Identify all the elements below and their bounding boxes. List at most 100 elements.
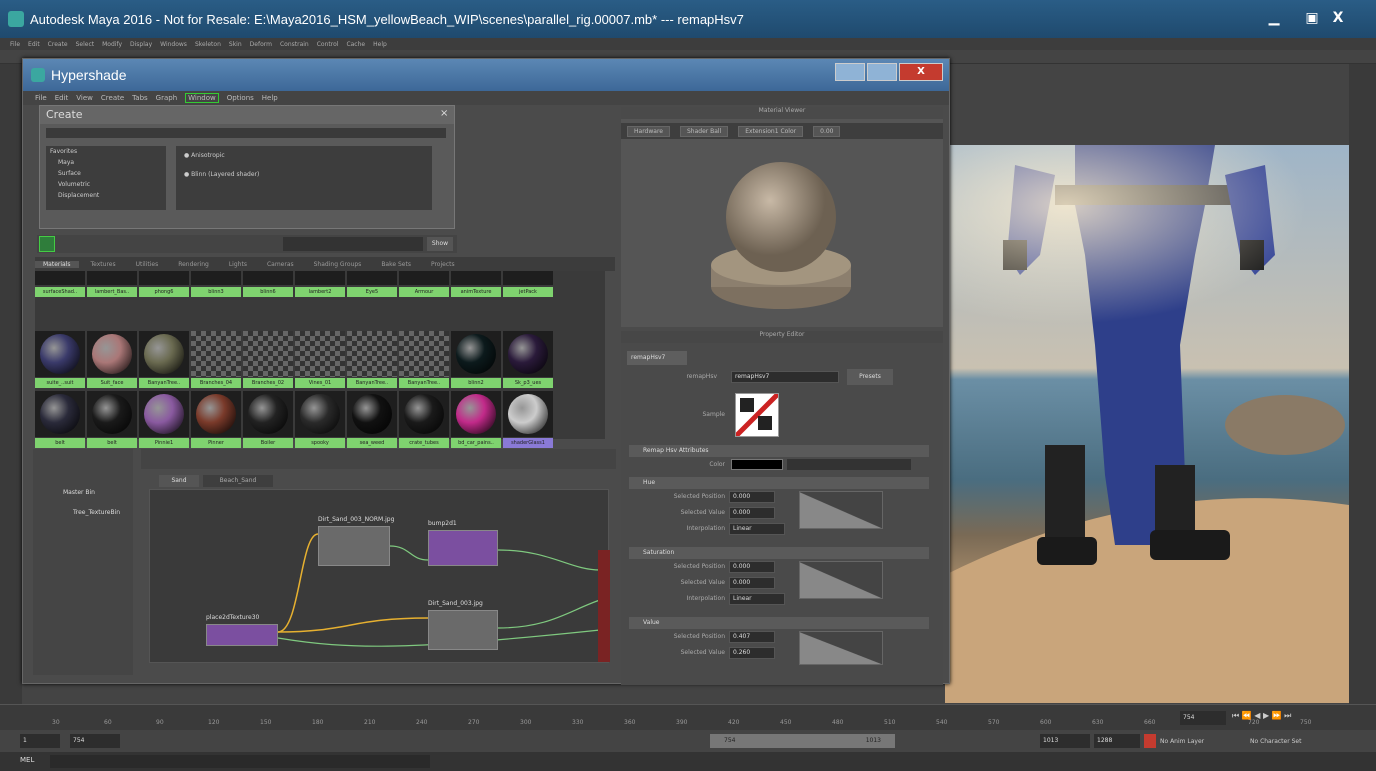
- 3d-viewport[interactable]: [945, 145, 1349, 703]
- val-value-field[interactable]: 0.260: [729, 647, 775, 659]
- hue-ramp-curve[interactable]: [799, 491, 883, 529]
- node-place2dtexture[interactable]: [206, 624, 278, 646]
- playback-controls[interactable]: ⏮ ⏪ ◀ ▶ ⏩ ⏭: [1232, 711, 1291, 721]
- material-swatch[interactable]: [295, 271, 345, 285]
- shading-node-partial[interactable]: [598, 550, 610, 662]
- minimize-button[interactable]: ▁: [1256, 8, 1292, 30]
- anim-layer-icon[interactable]: [1144, 734, 1156, 748]
- material-swatch[interactable]: [451, 271, 501, 285]
- browser-tab-rendering[interactable]: Rendering: [170, 261, 217, 268]
- node-dirt-texture[interactable]: [428, 610, 498, 650]
- color-slider[interactable]: [787, 459, 911, 470]
- hue-interp-dropdown[interactable]: Linear: [729, 523, 785, 535]
- graph-tab-sand[interactable]: Sand: [159, 475, 199, 487]
- node-bump2d[interactable]: [428, 530, 498, 566]
- exposure-field[interactable]: 0.00: [813, 125, 841, 137]
- browser-tab-utilities[interactable]: Utilities: [128, 261, 167, 268]
- main-menu-item-file[interactable]: File: [10, 41, 20, 48]
- value-ramp-curve[interactable]: [799, 631, 883, 665]
- start-time-field[interactable]: 1: [20, 734, 60, 748]
- material-swatch[interactable]: [295, 331, 345, 377]
- material-swatch[interactable]: [191, 271, 241, 285]
- material-swatch[interactable]: [243, 331, 293, 377]
- anim-layer-dropdown[interactable]: No Anim Layer: [1160, 738, 1204, 745]
- main-menu-item-edit[interactable]: Edit: [28, 41, 40, 48]
- material-swatch[interactable]: [243, 391, 293, 437]
- sat-value-field[interactable]: 0.000: [729, 577, 775, 589]
- create-tree-item[interactable]: Volumetric: [46, 179, 166, 190]
- hs-maximize-button[interactable]: [867, 63, 897, 81]
- material-swatch[interactable]: [87, 331, 137, 377]
- material-swatch[interactable]: [35, 331, 85, 377]
- browser-tab-shading-groups[interactable]: Shading Groups: [306, 261, 370, 268]
- hs-menu-item-view[interactable]: View: [76, 94, 93, 102]
- create-item[interactable]: ● Anisotropic: [176, 146, 432, 165]
- create-tree-item[interactable]: Displacement: [46, 190, 166, 201]
- material-swatch[interactable]: [503, 391, 553, 437]
- hs-menu-item-create[interactable]: Create: [101, 94, 124, 102]
- saturation-ramp-curve[interactable]: [799, 561, 883, 599]
- browser-tab-materials[interactable]: Materials: [35, 260, 79, 268]
- material-swatch[interactable]: [347, 391, 397, 437]
- main-menu-item-create[interactable]: Create: [48, 41, 68, 48]
- end-time-field[interactable]: 1288: [1094, 734, 1140, 748]
- sat-interp-dropdown[interactable]: Linear: [729, 593, 785, 605]
- material-swatch[interactable]: [295, 391, 345, 437]
- browser-tab-textures[interactable]: Textures: [83, 261, 124, 268]
- material-swatch[interactable]: [35, 391, 85, 437]
- time-slider[interactable]: 30 60 90 120 150 180 210 240 270 300 330 360 390 420 4…: [0, 704, 1376, 730]
- color-swatch[interactable]: [731, 459, 783, 470]
- val-position-field[interactable]: 0.407: [729, 631, 775, 643]
- value-section[interactable]: Value: [629, 617, 929, 629]
- material-swatch[interactable]: [139, 271, 189, 285]
- range-end-field[interactable]: 1013: [1040, 734, 1090, 748]
- material-swatch[interactable]: [191, 391, 241, 437]
- create-tree-item[interactable]: Favorites: [46, 146, 166, 157]
- hs-menu-item-window[interactable]: Window: [185, 93, 219, 103]
- toggle-icon[interactable]: [39, 236, 55, 252]
- browser-tab-cameras[interactable]: Cameras: [259, 261, 302, 268]
- main-menu-item-deform[interactable]: Deform: [250, 41, 272, 48]
- material-swatch[interactable]: [139, 391, 189, 437]
- material-swatch[interactable]: [347, 271, 397, 285]
- hue-position-field[interactable]: 0.000: [729, 491, 775, 503]
- material-swatch[interactable]: [87, 271, 137, 285]
- main-menu-item-skin[interactable]: Skin: [229, 41, 242, 48]
- show-button[interactable]: Show: [427, 237, 453, 251]
- material-swatch[interactable]: [399, 271, 449, 285]
- shape-dropdown[interactable]: Shader Ball: [679, 125, 729, 137]
- material-swatch[interactable]: [347, 331, 397, 377]
- close-button[interactable]: X: [1320, 8, 1356, 30]
- material-swatch[interactable]: [87, 391, 137, 437]
- command-line[interactable]: MEL: [0, 752, 1376, 771]
- bin-master[interactable]: Master Bin: [63, 489, 95, 496]
- hs-menu-item-help[interactable]: Help: [262, 94, 278, 102]
- main-menu-item-cache[interactable]: Cache: [346, 41, 365, 48]
- create-tree-item[interactable]: Surface: [46, 168, 166, 179]
- create-item[interactable]: ● Blinn (Layered shader): [176, 165, 432, 184]
- bin-tree-texture[interactable]: Tree_TextureBin: [73, 509, 120, 516]
- sat-position-field[interactable]: 0.000: [729, 561, 775, 573]
- main-menu-item-select[interactable]: Select: [76, 41, 95, 48]
- material-swatch[interactable]: [35, 271, 85, 285]
- range-slider-bar[interactable]: 754 1013: [710, 734, 895, 748]
- material-swatch[interactable]: [191, 331, 241, 377]
- main-menu-item-modify[interactable]: Modify: [102, 41, 122, 48]
- material-swatch[interactable]: [503, 331, 553, 377]
- main-menu-item-help[interactable]: Help: [373, 41, 387, 48]
- main-menu-item-display[interactable]: Display: [130, 41, 152, 48]
- hs-menu-item-options[interactable]: Options: [227, 94, 254, 102]
- main-menu-item-constrain[interactable]: Constrain: [280, 41, 309, 48]
- material-swatch[interactable]: [503, 271, 553, 285]
- node-norm-texture[interactable]: [318, 526, 390, 566]
- hue-section[interactable]: Hue: [629, 477, 929, 489]
- material-swatch[interactable]: [451, 331, 501, 377]
- create-tree-item[interactable]: Maya: [46, 157, 166, 168]
- hs-menu-item-graph[interactable]: Graph: [156, 94, 177, 102]
- main-menu-item-windows[interactable]: Windows: [160, 41, 187, 48]
- node-tab[interactable]: remapHsv7: [627, 351, 687, 365]
- command-input[interactable]: [50, 755, 430, 768]
- browser-search-input[interactable]: [283, 237, 423, 251]
- browser-tab-bake-sets[interactable]: Bake Sets: [373, 261, 419, 268]
- main-menu-item-skeleton[interactable]: Skeleton: [195, 41, 221, 48]
